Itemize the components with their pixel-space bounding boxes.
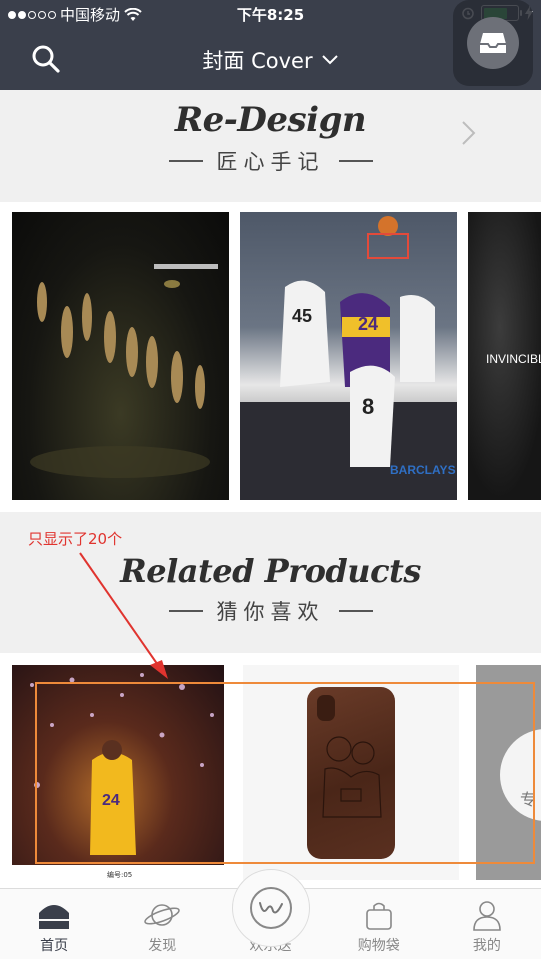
inbox-icon	[480, 33, 506, 53]
tab-discover[interactable]: 发现	[108, 889, 216, 959]
product-note: 编号:05	[107, 871, 133, 879]
person-icon	[473, 901, 501, 931]
basketball-poster-image	[30, 264, 218, 478]
redesign-tile[interactable]	[12, 212, 229, 500]
planet-icon	[144, 904, 181, 926]
highlight-box	[35, 682, 535, 864]
svg-text:24: 24	[358, 314, 378, 334]
svg-text:BARCLAYS: BARCLAYS	[390, 463, 456, 477]
related-title: Related Products	[120, 552, 421, 590]
invincible-caption: INVINCIBLE.	[486, 352, 541, 366]
w-logo-icon	[259, 902, 283, 914]
redesign-tile[interactable]: INVINCIBLE.	[468, 212, 541, 500]
related-subtitle: 猜你喜欢	[216, 600, 325, 624]
svg-text:8: 8	[362, 394, 374, 419]
tab-label: 发现	[148, 938, 177, 954]
home-icon	[39, 905, 70, 929]
bottom-tab-bar: 首页 发现 欢乐送 购物袋 我的	[0, 869, 541, 959]
tab-label: 我的	[472, 938, 501, 954]
tab-home[interactable]: 首页	[0, 889, 108, 959]
svg-text:45: 45	[292, 306, 312, 326]
bag-icon	[365, 902, 392, 930]
chevron-down-icon	[321, 55, 338, 65]
tab-label: 购物袋	[357, 938, 400, 954]
redesign-subtitle-row: 匠心手记	[0, 146, 541, 176]
top-nav-bar: 封面 Cover	[0, 0, 541, 90]
assistive-touch-button[interactable]	[453, 0, 533, 86]
basketball-game-image: 45 24 8 BARCLAYS	[240, 216, 457, 500]
chevron-right-icon[interactable]	[459, 118, 479, 148]
tab-shopping-bag[interactable]: 购物袋	[325, 889, 433, 959]
tab-label: 首页	[40, 938, 69, 954]
tab-mine[interactable]: 我的	[433, 889, 541, 959]
related-subtitle-row: 猜你喜欢	[0, 596, 541, 626]
nav-title-label: 封面 Cover	[202, 49, 313, 73]
redesign-header[interactable]: Re-Design 匠心手记	[0, 90, 541, 202]
redesign-carousel[interactable]: 45 24 8 BARCLAYS INVINCIBLE.	[0, 202, 541, 512]
annotation-label: 只显示了20个	[28, 530, 123, 548]
redesign-tile[interactable]: 45 24 8 BARCLAYS	[240, 212, 457, 500]
happy-delivery-center-button[interactable]	[232, 869, 310, 947]
redesign-subtitle: 匠心手记	[216, 150, 325, 174]
